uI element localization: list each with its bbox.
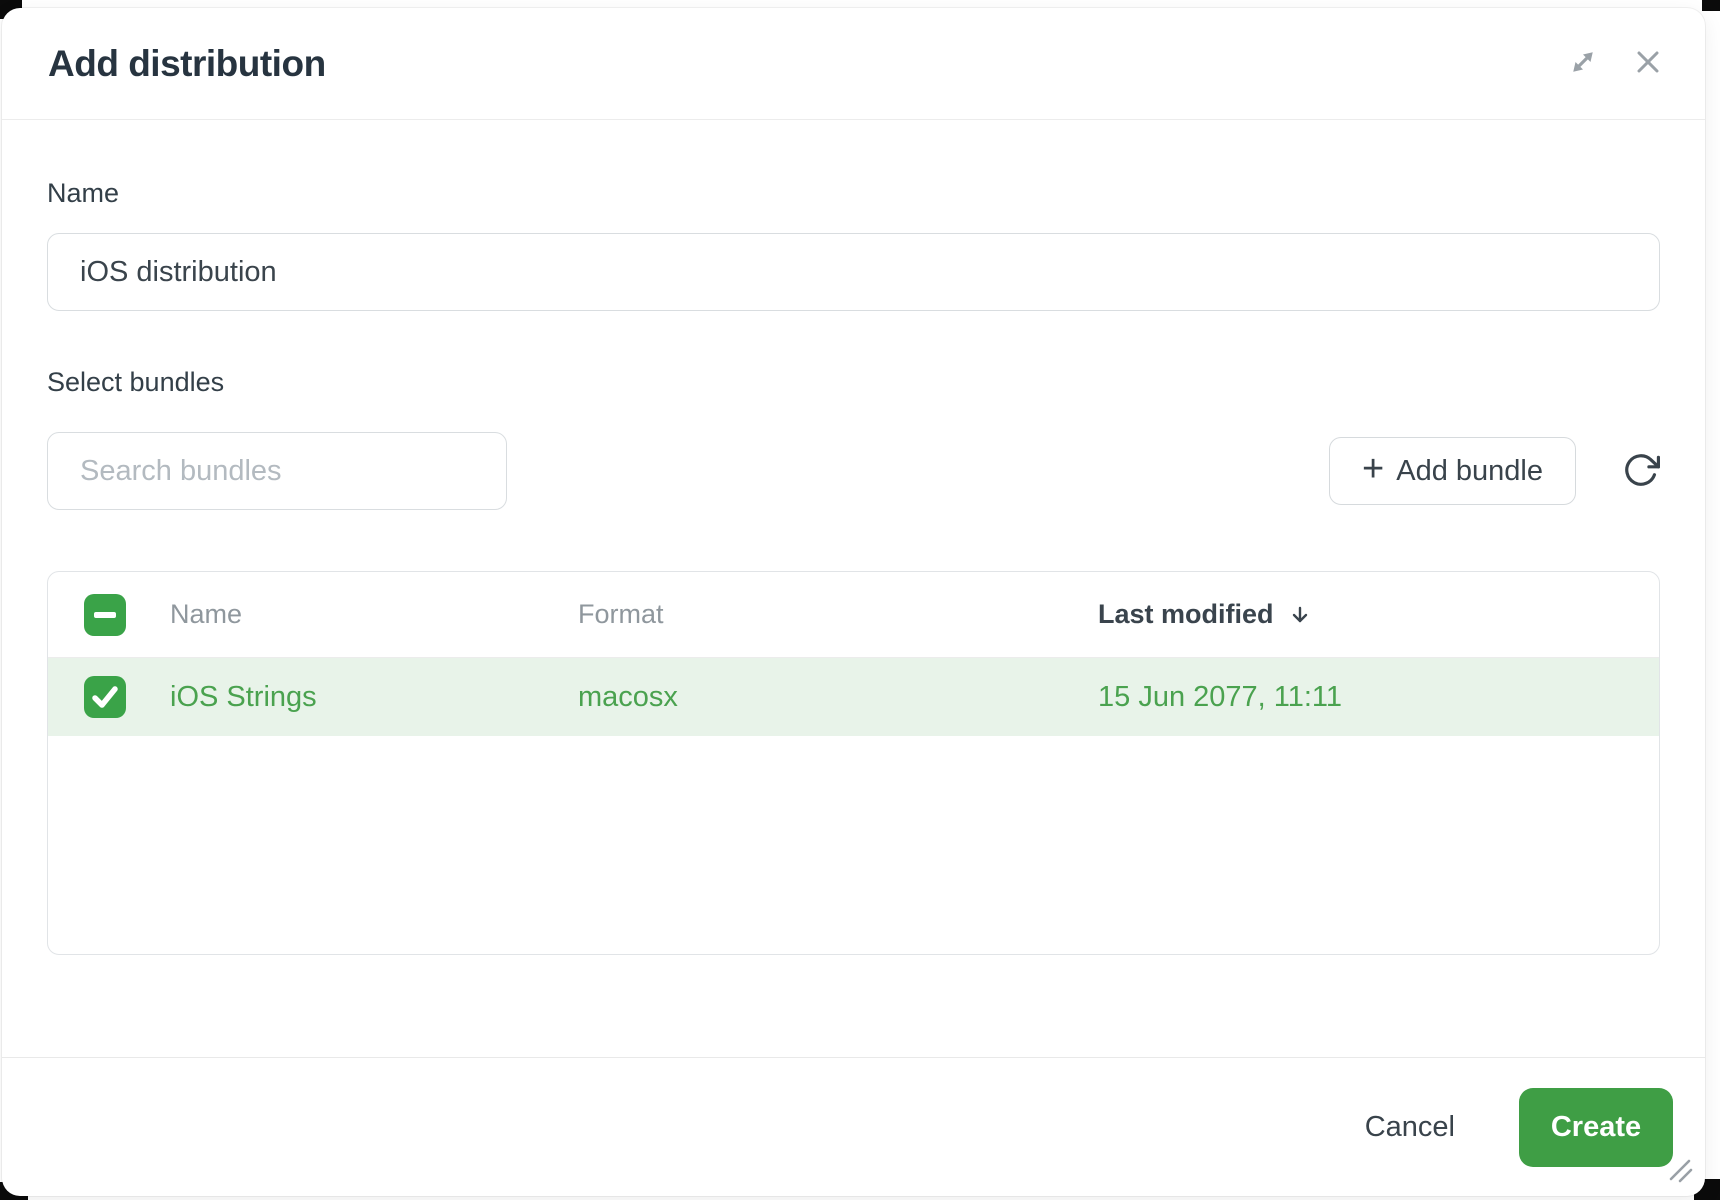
expand-dialog-button[interactable] bbox=[1565, 44, 1601, 83]
bundle-row-ios-strings[interactable]: iOS Strings macosx 15 Jun 2077, 11:11 bbox=[48, 658, 1659, 736]
bundle-format-cell: macosx bbox=[578, 681, 1098, 714]
dialog-title: Add distribution bbox=[48, 43, 326, 85]
bundle-name-cell: iOS Strings bbox=[170, 681, 578, 714]
dialog-footer: Cancel Create bbox=[2, 1057, 1705, 1196]
select-bundles-label: Select bundles bbox=[47, 367, 1660, 398]
bundle-last-modified-cell: 15 Jun 2077, 11:11 bbox=[1098, 681, 1659, 714]
close-dialog-button[interactable] bbox=[1631, 45, 1665, 82]
expand-icon bbox=[1565, 44, 1601, 83]
add-distribution-dialog: Add distribution bbox=[2, 8, 1705, 1196]
row-checkbox[interactable] bbox=[84, 676, 126, 718]
refresh-icon bbox=[1622, 451, 1660, 492]
plus-icon: + bbox=[1362, 450, 1384, 488]
cancel-button[interactable]: Cancel bbox=[1365, 1111, 1455, 1144]
bundles-table: Name Format Last modified bbox=[47, 571, 1660, 955]
close-icon bbox=[1631, 45, 1665, 82]
column-header-format[interactable]: Format bbox=[578, 599, 1098, 630]
checkmark-icon bbox=[84, 676, 126, 718]
dialog-header: Add distribution bbox=[2, 8, 1705, 120]
search-bundles-input[interactable] bbox=[47, 432, 507, 510]
resize-handle[interactable] bbox=[1667, 1157, 1693, 1188]
select-all-checkbox[interactable] bbox=[84, 594, 126, 636]
column-header-name[interactable]: Name bbox=[170, 599, 578, 630]
create-button[interactable]: Create bbox=[1519, 1088, 1673, 1167]
sort-descending-icon bbox=[1288, 603, 1312, 627]
bundles-toolbar: + Add bundle bbox=[47, 432, 1660, 510]
add-bundle-button-label: Add bundle bbox=[1396, 455, 1543, 488]
name-field-label: Name bbox=[47, 178, 1660, 209]
refresh-bundles-button[interactable] bbox=[1622, 451, 1660, 492]
bundles-table-header: Name Format Last modified bbox=[48, 572, 1659, 658]
add-bundle-button[interactable]: + Add bundle bbox=[1329, 437, 1576, 505]
dialog-body: Name Select bundles + Add bundle bbox=[2, 120, 1705, 1057]
column-header-last-modified[interactable]: Last modified bbox=[1098, 599, 1274, 630]
indeterminate-icon bbox=[94, 612, 116, 618]
dialog-header-actions bbox=[1565, 44, 1665, 83]
distribution-name-input[interactable] bbox=[47, 233, 1660, 311]
